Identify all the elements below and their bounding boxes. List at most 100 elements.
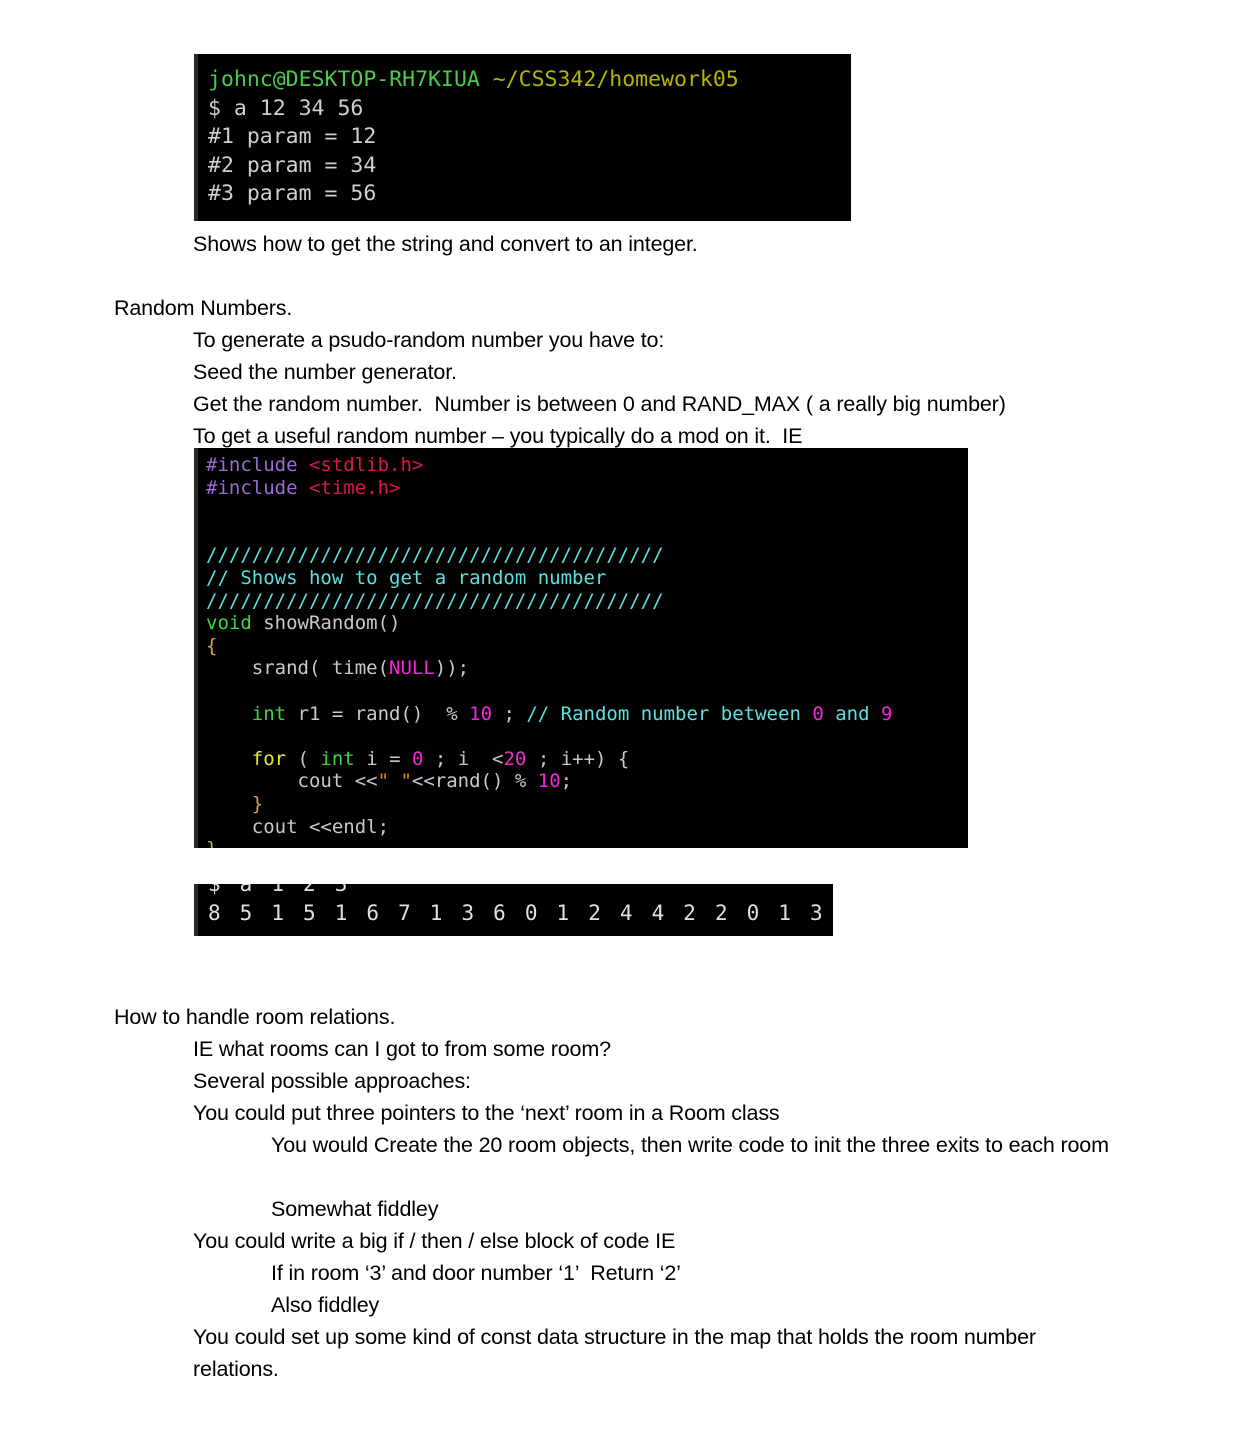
code-content: #include <stdlib.h> #include <time.h> ///…: [206, 454, 892, 848]
code-span: <time.h>: [308, 476, 401, 499]
room-point-7: If in room ‘3’ and door number ‘1’ Retur…: [271, 1261, 681, 1285]
code-span: 9: [880, 702, 893, 725]
code-span: 0: [812, 702, 824, 725]
output-clipped-line: $ a 1 2 3: [208, 884, 826, 899]
room-point-3: You could put three pointers to the ‘nex…: [193, 1101, 780, 1125]
code-span: 0: [411, 747, 424, 770]
code-span: cout <<endl;: [206, 815, 390, 838]
code-span: }: [206, 792, 264, 815]
code-span: // Shows how to get a random number: [206, 566, 607, 589]
code-span: ////////////////////////////////////////: [206, 544, 664, 567]
argv-demo-terminal: johnc@DESKTOP-RH7KIUA ~/CSS342/homework0…: [194, 54, 851, 221]
code-span: ////////////////////////////////////////: [206, 589, 664, 612]
output-content: $ a 1 2 3 8 5 1 5 1 6 7 1 3 6 0 1 2 4 4 …: [208, 884, 826, 928]
terminal-content: johnc@DESKTOP-RH7KIUA ~/CSS342/homework0…: [208, 66, 739, 209]
code-line: for ( int i = 0 ; i <20 ; i++) {: [206, 748, 892, 771]
code-line: cout <<endl;: [206, 816, 892, 839]
code-line: ////////////////////////////////////////: [206, 544, 892, 567]
room-point-6: You could write a big if / then / else b…: [193, 1229, 676, 1253]
output-clipped-text: $ a 1 2 3: [208, 884, 351, 896]
output-lines: 8 5 1 5 1 6 7 1 3 6 0 1 2 4 4 2 2 0 1 3: [208, 899, 826, 928]
code-span: ;: [560, 770, 573, 793]
room-point-8: Also fiddley: [271, 1293, 380, 1317]
code-span: {: [206, 634, 218, 657]
code-line: }: [206, 793, 892, 816]
room-point-9-text: You could set up some kind of const data…: [193, 1325, 1036, 1381]
code-line: johnc@DESKTOP-RH7KIUA ~/CSS342/homework0…: [208, 66, 739, 95]
code-span: [206, 703, 252, 725]
code-span: [206, 748, 252, 770]
code-line: // Shows how to get a random number: [206, 567, 892, 590]
code-span: $ a 12 34 56: [208, 95, 364, 121]
code-span: #3 param = 56: [208, 181, 377, 207]
code-left-edge: [194, 448, 198, 848]
code-span: ));: [434, 657, 470, 680]
code-line: srand( time(NULL));: [206, 657, 892, 680]
code-span: johnc@DESKTOP-RH7KIUA: [208, 67, 493, 92]
code-span: and: [823, 702, 881, 725]
code-span: 10: [537, 770, 561, 793]
code-span: int: [320, 747, 367, 770]
room-point-2: Several possible approaches:: [193, 1069, 471, 1093]
room-point-4: You would Create the 20 room objects, th…: [271, 1129, 1116, 1161]
code-line: ////////////////////////////////////////: [206, 590, 892, 613]
code-span: showRandom(): [263, 612, 401, 635]
caption-convert-string: Shows how to get the string and convert …: [193, 232, 698, 256]
code-span: #1 param = 12: [208, 124, 377, 150]
code-span: ~/CSS342/homework05: [492, 67, 739, 92]
code-span: 8 5 1 5 1 6 7 1 3 6 0 1 2 4 4 2 2 0 1 3: [208, 901, 826, 925]
code-span: #include: [206, 476, 309, 499]
code-span: #include: [206, 454, 309, 476]
code-line: #include <time.h>: [206, 477, 892, 500]
code-line: #2 param = 34: [208, 152, 739, 181]
code-span: // Random number between: [526, 702, 813, 725]
code-span: i =: [366, 747, 412, 770]
code-span: <stdlib.h>: [308, 454, 424, 476]
output-left-edge: [194, 884, 198, 936]
code-span: 10: [469, 702, 493, 725]
code-span: srand( time(: [206, 657, 390, 680]
terminal-left-edge: [194, 54, 198, 221]
code-span: }: [206, 838, 217, 848]
random-output-terminal: $ a 1 2 3 8 5 1 5 1 6 7 1 3 6 0 1 2 4 4 …: [194, 884, 833, 936]
code-span: cout <<: [206, 770, 378, 793]
code-line: #1 param = 12: [208, 123, 739, 152]
room-point-9: You could set up some kind of const data…: [193, 1321, 1098, 1385]
random-point-2: Seed the number generator.: [193, 360, 457, 384]
code-span: 20: [503, 747, 527, 770]
code-span: NULL: [389, 657, 435, 680]
code-line: $ a 12 34 56: [208, 95, 739, 124]
code-line: #include <stdlib.h>: [206, 454, 892, 477]
code-line: }: [206, 838, 892, 848]
code-span: ;: [492, 702, 527, 725]
code-span: (: [286, 747, 321, 770]
code-line: {: [206, 635, 892, 658]
document-page: johnc@DESKTOP-RH7KIUA ~/CSS342/homework0…: [0, 0, 1238, 1444]
show-random-source: #include <stdlib.h> #include <time.h> ///…: [194, 448, 968, 848]
code-span: #2 param = 34: [208, 152, 377, 178]
code-line: #3 param = 56: [208, 180, 739, 209]
room-point-5: Somewhat fiddley: [271, 1197, 439, 1221]
code-span: int: [251, 702, 298, 725]
code-span: r1 = rand() %: [297, 702, 470, 725]
heading-random-numbers: Random Numbers.: [114, 296, 293, 320]
random-point-3: Get the random number. Number is between…: [193, 392, 1006, 416]
room-point-1: IE what rooms can I got to from some roo…: [193, 1037, 611, 1061]
code-line: int r1 = rand() % 10 ; // Random number …: [206, 702, 893, 726]
code-span: void: [206, 612, 264, 635]
code-span: " ": [377, 770, 412, 793]
code-span: for: [251, 747, 287, 770]
code-line: 8 5 1 5 1 6 7 1 3 6 0 1 2 4 4 2 2 0 1 3: [208, 899, 826, 928]
random-point-1: To generate a psudo-random number you ha…: [193, 328, 665, 352]
code-span: ; i++) {: [526, 747, 630, 770]
code-line: void showRandom(): [206, 612, 892, 635]
heading-room-relations: How to handle room relations.: [114, 1005, 396, 1029]
code-span: ; i <: [423, 747, 504, 770]
code-span: <<rand() %: [411, 770, 538, 793]
room-point-4-text: You would Create the 20 room objects, th…: [271, 1133, 1109, 1157]
code-line: cout <<" "<<rand() % 10;: [206, 770, 892, 793]
